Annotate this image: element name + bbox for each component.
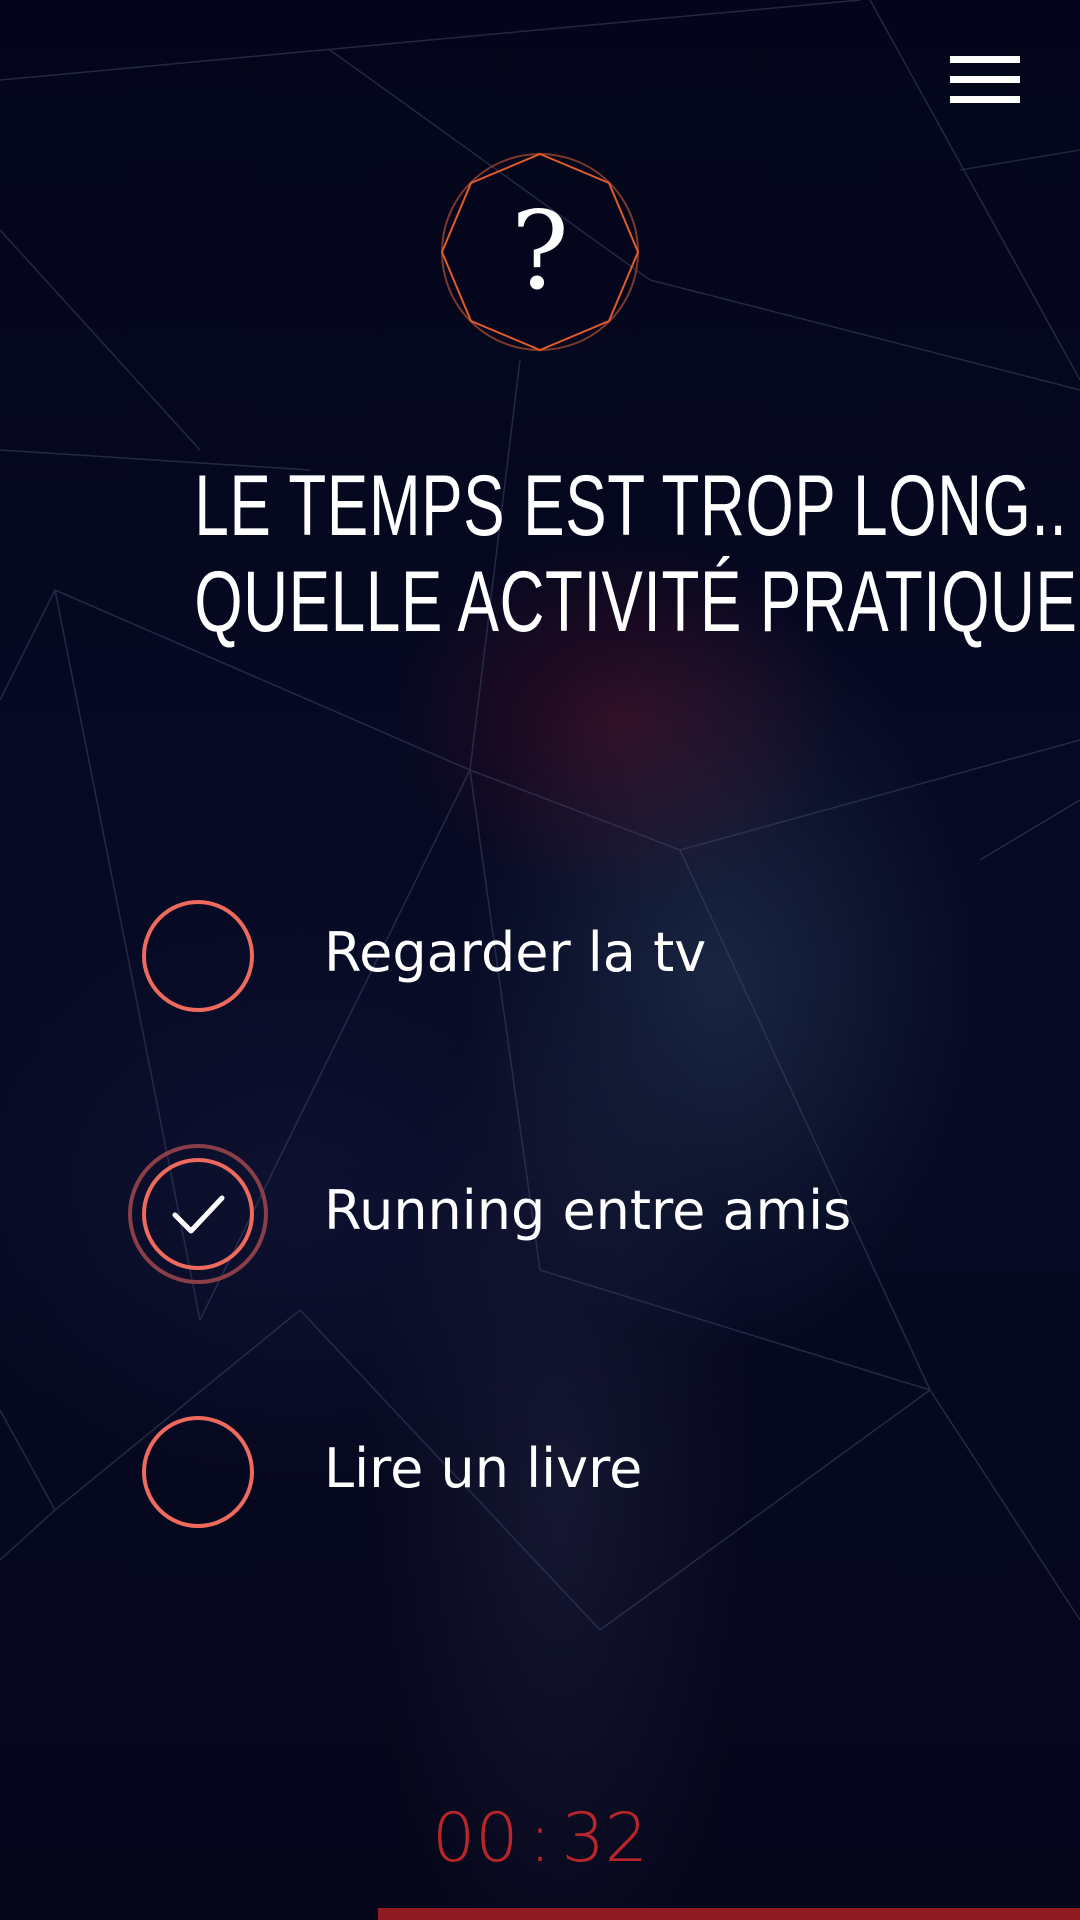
question-mark-icon: ? [511, 189, 569, 314]
answer-label: Lire un livre [324, 1437, 643, 1500]
question-title-line-2: QUELLE ACTIVITÉ PRATIQUER ? [194, 554, 1080, 650]
answer-option-3[interactable]: Lire un livre [120, 1404, 1000, 1544]
radio-circle-icon[interactable] [142, 1416, 254, 1528]
timer-minutes: 00 [432, 1799, 519, 1878]
menu-button[interactable] [950, 52, 1022, 108]
answer-option-2[interactable]: Running entre amis [120, 1144, 1000, 1286]
time-progress-fill [378, 1908, 1080, 1920]
question-title: LE TEMPS EST TROP LONG.. QUELLE ACTIVITÉ… [60, 458, 1080, 650]
time-progress-bar [0, 1908, 1080, 1920]
timer-separator: : [528, 1799, 552, 1878]
hamburger-menu-icon [950, 56, 1020, 63]
timer-seconds: 32 [561, 1799, 648, 1878]
answer-option-1[interactable]: Regarder la tv [120, 888, 1000, 1028]
answer-label: Regarder la tv [324, 921, 707, 984]
checkmark-icon [172, 1195, 225, 1234]
answer-label: Running entre amis [324, 1179, 852, 1242]
countdown-timer: 00:32 [0, 1794, 1080, 1884]
question-title-line-1: LE TEMPS EST TROP LONG.. [194, 458, 1068, 554]
quiz-screen: ? LE TEMPS EST TROP LONG.. QUELLE ACTIVI… [0, 0, 1080, 1920]
question-badge: ? [440, 152, 640, 352]
radio-circle-icon[interactable] [142, 900, 254, 1012]
